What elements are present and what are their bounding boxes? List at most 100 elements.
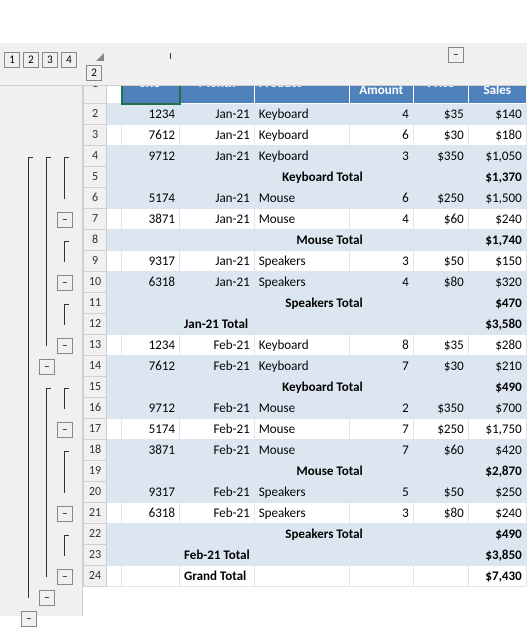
cell[interactable]: $1,050 [468,146,526,167]
row-group-collapse-button[interactable]: − [57,422,73,438]
cell[interactable]: 4 [349,104,413,125]
cell[interactable]: 4 [349,209,413,230]
row-group-collapse-button[interactable]: − [39,359,55,375]
cell[interactable]: 5174 [122,188,180,209]
row-group-collapse-button[interactable]: − [57,275,73,291]
cell[interactable]: Jan-21 [180,251,255,272]
cell[interactable] [122,524,180,545]
cell[interactable]: 7 [349,419,413,440]
row-header-11[interactable]: 11 [84,293,107,314]
cell[interactable]: $60 [413,209,468,230]
cell[interactable] [413,566,468,587]
cell[interactable]: Jan-21 [180,209,255,230]
cell[interactable]: 3871 [122,440,180,461]
cell[interactable]: Jan-21 Total [180,314,255,335]
cell[interactable]: 7 [349,356,413,377]
cell[interactable]: 5174 [122,419,180,440]
cell[interactable]: 3 [349,146,413,167]
cell[interactable] [122,377,180,398]
cell[interactable]: $490 [468,377,526,398]
cell[interactable]: $210 [468,356,526,377]
row-header-15[interactable]: 15 [84,377,107,398]
cell[interactable]: $420 [468,440,526,461]
cell[interactable] [413,524,468,545]
cell[interactable]: 1234 [122,335,180,356]
row-header-12[interactable]: 12 [84,314,107,335]
cell[interactable] [107,251,122,272]
row-header-19[interactable]: 19 [84,461,107,482]
cell[interactable]: $3,580 [468,314,526,335]
cell[interactable]: 6 [349,188,413,209]
cell[interactable]: Keyboard [254,104,349,125]
cell[interactable]: Feb-21 [180,398,255,419]
cell[interactable]: 7612 [122,356,180,377]
cell[interactable]: Jan-21 [180,104,255,125]
cell[interactable]: $1,500 [468,188,526,209]
cell[interactable]: Keyboard [254,335,349,356]
cell[interactable]: 9317 [122,251,180,272]
cell[interactable] [180,461,255,482]
row-header-7[interactable]: 7 [84,209,107,230]
cell[interactable] [180,230,255,251]
cell[interactable] [107,314,122,335]
cell[interactable]: $50 [413,251,468,272]
cell[interactable]: Jan-21 [180,125,255,146]
row-header-23[interactable]: 23 [84,545,107,566]
cell[interactable] [254,545,349,566]
row-level-4-button[interactable]: 4 [61,52,77,68]
cell[interactable]: Speakers Total [254,293,349,314]
cell[interactable] [122,314,180,335]
row-header-4[interactable]: 4 [84,146,107,167]
cell[interactable]: Feb-21 [180,335,255,356]
cell[interactable] [107,230,122,251]
cell[interactable]: 3 [349,503,413,524]
row-group-collapse-button[interactable]: − [21,611,37,627]
cell[interactable]: 6318 [122,503,180,524]
cell[interactable]: Keyboard [254,356,349,377]
cell[interactable]: 9317 [122,482,180,503]
cell[interactable]: Jan-21 [180,146,255,167]
row-header-16[interactable]: 16 [84,398,107,419]
cell[interactable] [107,104,122,125]
cell[interactable]: $280 [468,335,526,356]
cell[interactable] [107,398,122,419]
cell[interactable] [107,335,122,356]
row-group-collapse-button[interactable]: − [57,569,73,585]
cell[interactable] [413,167,468,188]
cell[interactable] [107,503,122,524]
spreadsheet-grid[interactable]: ABCDEFG 1SKUMonthProductSalesAmountPrice… [83,43,527,587]
cell[interactable] [122,566,180,587]
cell[interactable] [107,209,122,230]
cell[interactable] [349,545,413,566]
cell[interactable] [413,314,468,335]
row-level-3-button[interactable]: 3 [42,52,58,68]
cell[interactable] [107,167,122,188]
cell[interactable]: $140 [468,104,526,125]
cell[interactable]: $350 [413,398,468,419]
cell[interactable]: Feb-21 Total [180,545,255,566]
cell[interactable] [107,146,122,167]
cell[interactable] [254,566,349,587]
cell[interactable] [107,461,122,482]
cell[interactable]: Keyboard [254,146,349,167]
cell[interactable]: 3871 [122,209,180,230]
cell[interactable]: Mouse [254,209,349,230]
cell[interactable] [107,356,122,377]
cell[interactable]: Mouse [254,440,349,461]
row-header-17[interactable]: 17 [84,419,107,440]
cell[interactable]: 6 [349,125,413,146]
cell[interactable]: $60 [413,440,468,461]
cell[interactable] [122,167,180,188]
cell[interactable] [254,314,349,335]
cell[interactable]: $700 [468,398,526,419]
cell[interactable] [107,272,122,293]
cell[interactable] [349,566,413,587]
cell[interactable]: Mouse [254,188,349,209]
row-header-6[interactable]: 6 [84,188,107,209]
cell[interactable]: $35 [413,335,468,356]
cell[interactable] [107,440,122,461]
cell[interactable]: $350 [413,146,468,167]
row-header-10[interactable]: 10 [84,272,107,293]
cell[interactable]: Keyboard Total [254,167,349,188]
row-header-5[interactable]: 5 [84,167,107,188]
